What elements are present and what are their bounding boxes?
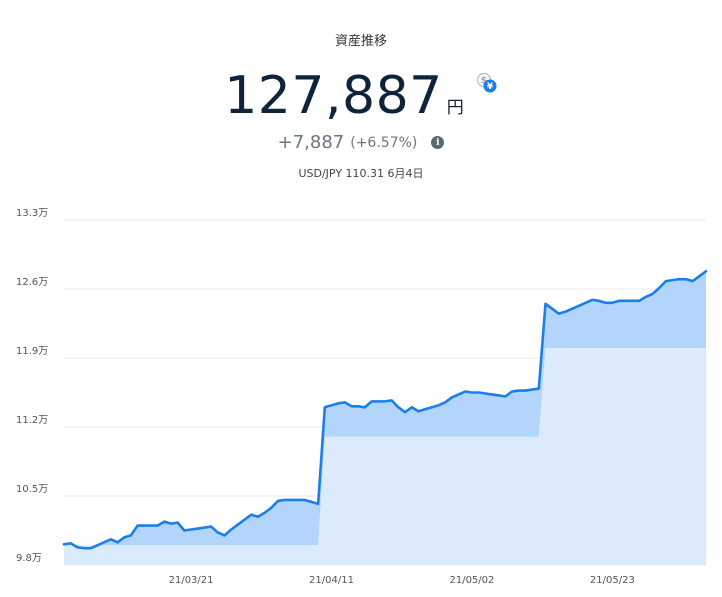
x-tick-label: 21/03/21 bbox=[169, 575, 214, 586]
asset-history-chart: 13.3万 12.6万 11.9万 11.2万 10.5万 9.8万 21/03/21 21/… bbox=[16, 208, 708, 586]
x-tick-label: 21/04/11 bbox=[309, 575, 354, 586]
y-tick-label: 13.3万 bbox=[16, 208, 48, 219]
y-tick-label: 11.2万 bbox=[16, 415, 48, 426]
y-tick-label: 9.8万 bbox=[16, 553, 42, 564]
y-tick-label: 12.6万 bbox=[16, 277, 48, 288]
x-tick-label: 21/05/23 bbox=[590, 575, 635, 586]
y-tick-label: 10.5万 bbox=[16, 484, 48, 495]
x-tick-label: 21/05/02 bbox=[449, 575, 494, 586]
y-tick-label: 11.9万 bbox=[16, 346, 48, 357]
